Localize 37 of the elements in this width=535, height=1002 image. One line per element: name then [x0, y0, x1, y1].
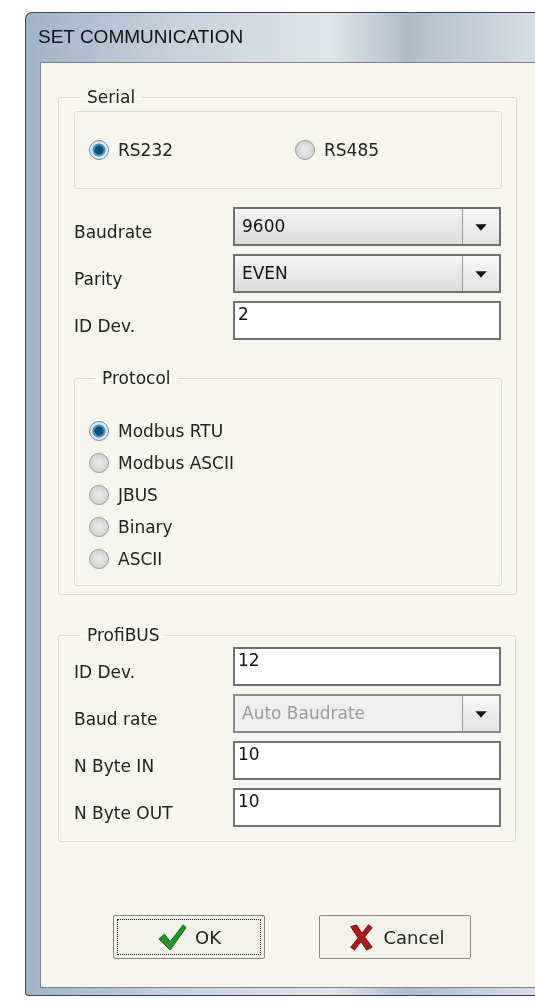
cancel-button[interactable]: Cancel [319, 915, 471, 959]
window-title: SET COMMUNICATION [37, 25, 245, 49]
dropdown-value: EVEN [241, 262, 289, 285]
checkmark-icon [157, 923, 187, 951]
radio-option[interactable]: JBUS [89, 480, 487, 509]
input-field[interactable]: 12 [233, 647, 501, 686]
dropdown-value: 9600 [241, 215, 287, 238]
field-label: Baud rate [74, 709, 159, 731]
field-label: ID Dev. [74, 662, 137, 684]
input-field[interactable]: 10 [233, 788, 501, 827]
dropdown[interactable]: 9600 [233, 207, 501, 246]
radio-button[interactable] [89, 452, 109, 473]
input-field[interactable]: 10 [233, 741, 501, 780]
radio-button[interactable] [89, 484, 109, 505]
dropdown[interactable]: EVEN [233, 254, 501, 293]
input-field[interactable]: 2 [233, 301, 501, 340]
field-label: Parity [74, 269, 124, 291]
radio-button[interactable] [295, 140, 315, 160]
radio-option[interactable]: Binary [89, 512, 487, 541]
field-label: Baudrate [74, 222, 154, 244]
radio-button[interactable] [89, 140, 109, 160]
dropdown-value: Auto Baudrate [241, 702, 367, 725]
radio-option[interactable]: Modbus ASCII [89, 448, 487, 477]
radio-option[interactable]: ASCII [89, 544, 487, 573]
field-label: N Byte IN [74, 756, 156, 778]
radio-button[interactable] [89, 420, 109, 441]
field-label: ID Dev. [74, 316, 137, 338]
field-label: N Byte OUT [74, 803, 174, 825]
group-title: Protocol [101, 368, 172, 388]
radio-button[interactable] [89, 516, 109, 537]
radio-button[interactable] [89, 548, 109, 569]
group-title: ProfiBUS [86, 625, 161, 645]
radio-option[interactable]: RS485 [295, 135, 501, 165]
group-title: Serial [86, 87, 137, 107]
radio-option[interactable]: Modbus RTU [89, 416, 487, 445]
radio-option[interactable]: RS232 [89, 135, 295, 165]
ok-button[interactable]: OK [113, 915, 265, 959]
